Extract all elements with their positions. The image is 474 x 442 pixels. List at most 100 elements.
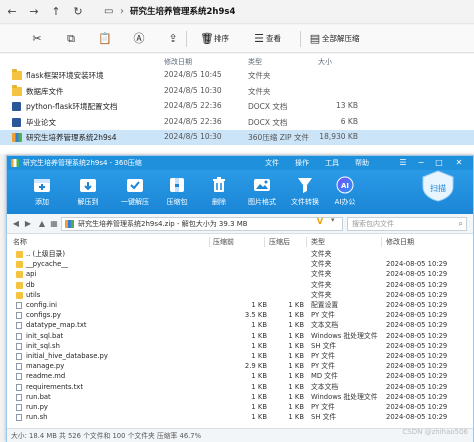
archive-entry-row[interactable]: run.bat 1 KB 1 KB Windows 批处理文件 2024-08-05 1… [7,393,473,402]
view-mode-icon[interactable]: ▦ [49,218,59,230]
entry-name: init_sql.bat [26,331,64,340]
archive-entry-row[interactable]: __pycache__ 文件夹 2024-08-05 10:29 [7,260,473,269]
archive-path-text: 研究生培养管理系统2h9s4.zip - 解包大小为 39.3 MB [78,220,248,228]
refresh-icon[interactable]: ↻ [70,4,86,20]
toolbar-convert-button[interactable]: 文件转换 [287,174,323,212]
toolbar-archive-button[interactable]: 压缩包 [159,174,195,212]
forward-arrow-icon[interactable]: → [26,4,42,20]
zip-file-list: 名称 压缩前 压缩后 类型 修改日期 .. (上级目录) 文件夹 __pycache… [7,235,473,428]
forward-arrow-icon[interactable]: ▶ [23,218,33,230]
up-folder-icon[interactable]: ▲ [37,218,47,230]
menu-help[interactable]: 帮助 [355,158,369,168]
toolbar-extract-to-button[interactable]: 解压到 [70,174,106,212]
column-header-type[interactable]: 类型 [248,57,262,67]
copy-icon[interactable]: ⧉ [64,32,78,46]
search-icon[interactable]: ⌕ [459,219,463,229]
archive-entry-row[interactable]: init_sql.sh 1 KB 1 KB SH 文件 2024-08-05 10:29 [7,342,473,351]
rename-icon[interactable]: Ⓐ [132,32,146,46]
column-header-size[interactable]: 大小 [318,57,332,67]
menu-operations[interactable]: 操作 [295,158,309,168]
archive-entry-row[interactable]: config.ini 1 KB 1 KB 配置设置 2024-08-05 10:29 [7,301,473,310]
up-arrow-icon[interactable]: ↑ [48,4,64,20]
archive-entry-row[interactable]: api 文件夹 2024-08-05 10:29 [7,270,473,279]
column-header-name[interactable]: 名称 [13,238,27,247]
file-row[interactable]: 数据库文件 2024/8/5 10:30 文件夹 [0,84,474,99]
archive-entry-row[interactable]: run.sh 1 KB 1 KB SH 文件 2024-08-05 10:29 [7,413,473,422]
share-icon[interactable]: ⇪ [166,32,180,46]
archive-entry-row[interactable]: configs.py 3.5 KB 1 KB PY 文件 2024-08-05 10:2… [7,311,473,320]
scan-shield-icon[interactable]: 扫描 [421,170,455,202]
archive-entry-row[interactable]: utils 文件夹 2024-08-05 10:29 [7,291,473,300]
archive-entry-row[interactable]: datatype_map.txt 1 KB 1 KB 文本文档 2024-08-05 1… [7,321,473,330]
file-row[interactable]: flask框架环境安装环境 2024/8/5 10:45 文件夹 [0,68,474,83]
skin-icon[interactable]: ☰ [397,157,409,169]
sort-button[interactable]: 排序 [214,33,229,45]
vip-logo-icon[interactable]: V [313,217,327,226]
entry-compressed-size: 1 KB [288,341,304,350]
breadcrumb[interactable]: ▭ › 研究生培养管理系统2h9s4 [104,5,474,19]
explorer-file-list: 修改日期 类型 大小 flask框架环境安装环境 2024/8/5 10:45 文件… [0,54,474,154]
column-header-type[interactable]: 类型 [311,238,325,247]
entry-name: utils [26,290,41,299]
back-arrow-icon[interactable]: ← [4,4,20,20]
entry-compressed-size: 1 KB [288,403,304,411]
archive-path-field[interactable]: 研究生培养管理系统2h9s4.zip - 解包大小为 39.3 MB [61,217,343,231]
column-header-size[interactable]: 压缩前 [213,238,234,247]
paste-icon[interactable]: 📋 [98,32,112,46]
entry-date: 2024-08-05 10:29 [386,382,448,391]
search-input[interactable]: 搜索包内文件 ⌕ [347,217,467,231]
archive-entry-row[interactable]: initial_hive_database.py 1 KB 1 KB PY 文件 202… [7,352,473,361]
column-divider [209,237,210,247]
breadcrumb-current-folder[interactable]: 研究生培养管理系统2h9s4 [130,5,235,19]
extract-all-button[interactable]: 全部解压缩 [322,33,360,45]
toolbar-ai-office-button[interactable]: AI AI办公 [327,174,363,212]
close-icon[interactable]: ✕ [453,157,465,169]
entry-type: 配置设置 [311,301,339,309]
toolbar-add-button[interactable]: 添加 [24,174,60,212]
entry-name: requirements.txt [26,382,83,391]
toolbar-delete-label: 删除 [212,198,226,206]
file-row[interactable]: 研究生培养管理系统2h9s4 2024/8/5 10:30 360压缩 ZIP 文件… [0,130,474,145]
archive-entry-row[interactable]: run.py 1 KB 1 KB PY 文件 2024-08-05 10:29 [7,403,473,412]
folder-icon [16,261,23,269]
column-header-date[interactable]: 修改日期 [386,238,414,247]
column-header-date[interactable]: 修改日期 [164,57,192,67]
file-type: 文件夹 [248,71,271,80]
entry-compressed-size: 1 KB [288,392,304,401]
archive-entry-row[interactable]: db 文件夹 2024-08-05 10:29 [7,281,473,290]
archive-entry-row[interactable]: .. (上级目录) 文件夹 [7,250,473,259]
entry-date: 2024-08-05 10:29 [386,301,448,309]
maximize-icon[interactable]: □ [433,157,445,169]
toolbar-delete-button[interactable]: 删除 [201,174,237,212]
toolbar-image-format-button[interactable]: 图片格式 [244,174,280,212]
file-row[interactable]: python-flask环境配置文档 2024/8/5 22:36 DOCX 文档 1… [0,99,474,114]
menu-tools[interactable]: 工具 [325,158,339,168]
menu-file[interactable]: 文件 [265,158,279,168]
image-format-icon [254,179,270,191]
archive-entry-row[interactable]: requirements.txt 1 KB 1 KB 文本文档 2024-08-05 1… [7,383,473,392]
folder-icon [12,69,22,80]
entry-date: 2024-08-05 10:29 [386,270,448,279]
entry-name: run.sh [26,413,48,422]
view-button[interactable]: 查看 [266,33,281,45]
chevron-down-icon[interactable]: ▾ [331,216,335,224]
file-date: 2024/8/5 22:36 [164,116,222,126]
file-icon [16,353,22,360]
archive-entry-row[interactable]: readme.md 1 KB 1 KB MD 文件 2024-08-05 10:29 [7,372,473,381]
minimize-icon[interactable]: − [415,157,427,169]
column-header-compressed[interactable]: 压缩后 [269,238,290,247]
entry-date: 2024-08-05 10:29 [386,392,448,401]
back-arrow-icon[interactable]: ◀ [11,218,21,230]
entry-type: 文件夹 [311,290,332,299]
archive-entry-row[interactable]: init_sql.bat 1 KB 1 KB Windows 批处理文件 2024-08… [7,332,473,341]
entry-type: PY 文件 [311,311,335,320]
archive-entry-row[interactable]: manage.py 2.9 KB 1 KB PY 文件 2024-08-05 10:29 [7,362,473,371]
toolbar-one-click-extract-button[interactable]: 一键解压 [117,174,153,212]
entry-name: datatype_map.txt [26,321,87,330]
entry-size: 1 KB [251,413,267,422]
file-name: 数据库文件 [26,86,64,96]
entry-name: config.ini [26,301,58,309]
file-row[interactable]: 毕业论文 2024/8/5 22:36 DOCX 文档 6 KB [0,115,474,130]
convert-icon [298,178,312,193]
cut-icon[interactable]: ✂ [30,32,44,46]
